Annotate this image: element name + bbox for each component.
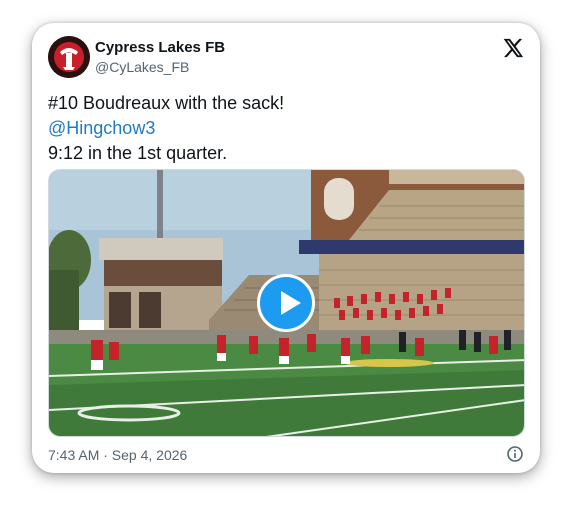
video-thumbnail[interactable] <box>48 169 525 437</box>
info-icon[interactable] <box>507 446 523 462</box>
tweet-card: Cypress Lakes FB @CyLakes_FB #10 Boudrea… <box>32 23 540 473</box>
tweet-line-3: 9:12 in the 1st quarter. <box>48 143 228 163</box>
mention-link[interactable]: @Hingchow3 <box>48 118 155 138</box>
avatar[interactable] <box>48 36 90 78</box>
play-icon[interactable] <box>257 274 315 332</box>
tweet-line-1: #10 Boudreaux with the sack! <box>48 93 285 113</box>
display-name[interactable]: Cypress Lakes FB <box>95 39 225 56</box>
timestamp[interactable]: 7:43 AM · Sep 4, 2026 <box>48 447 187 463</box>
x-logo-icon[interactable] <box>502 37 524 59</box>
user-handle[interactable]: @CyLakes_FB <box>95 59 189 75</box>
tweet-text: #10 Boudreaux with the sack! @Hingchow3 … <box>48 91 284 166</box>
